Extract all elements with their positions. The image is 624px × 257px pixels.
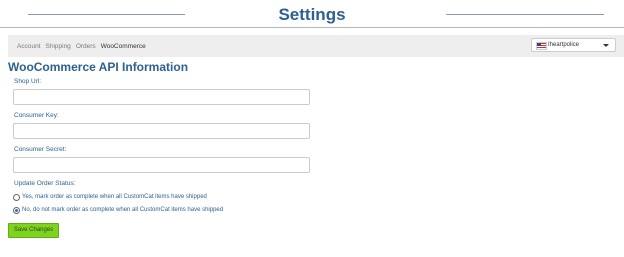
- header-rule-right: [446, 14, 604, 15]
- page-header: Settings: [0, 0, 624, 30]
- order-status-option-yes[interactable]: Yes, mark order as complete when all Cus…: [13, 193, 207, 201]
- us-flag-icon: [536, 42, 547, 50]
- consumer-secret-label: Consumer Secret:: [14, 146, 67, 153]
- tab-account[interactable]: Account: [17, 43, 41, 50]
- store-selector[interactable]: Iheartpolice: [531, 38, 616, 52]
- radio-no[interactable]: [13, 206, 20, 214]
- update-order-status-label: Update Order Status:: [14, 180, 76, 187]
- shop-url-input[interactable]: [13, 89, 310, 105]
- save-changes-button[interactable]: Save Changes: [8, 223, 59, 238]
- page-title: Settings: [278, 5, 346, 24]
- tab-orders[interactable]: Orders: [76, 43, 96, 50]
- order-status-option-no-label: No, do not mark order as complete when a…: [22, 207, 224, 213]
- tab-woocommerce[interactable]: WooCommerce: [101, 43, 146, 50]
- consumer-key-input[interactable]: [13, 123, 310, 139]
- consumer-key-label: Consumer Key:: [14, 112, 59, 119]
- tab-shipping[interactable]: Shipping: [46, 43, 71, 50]
- header-divider: [0, 27, 624, 28]
- section-title: WooCommerce API Information: [8, 60, 189, 74]
- store-selector-value: Iheartpolice: [548, 42, 580, 48]
- order-status-option-no[interactable]: No, do not mark order as complete when a…: [13, 206, 223, 214]
- settings-tabs: Account Shipping Orders WooCommerce: [17, 35, 146, 57]
- radio-yes[interactable]: [13, 193, 20, 201]
- shop-url-label: Shop Url:: [14, 78, 42, 85]
- caret-down-icon: [603, 44, 609, 47]
- consumer-secret-input[interactable]: [13, 157, 310, 173]
- order-status-option-yes-label: Yes, mark order as complete when all Cus…: [22, 194, 207, 200]
